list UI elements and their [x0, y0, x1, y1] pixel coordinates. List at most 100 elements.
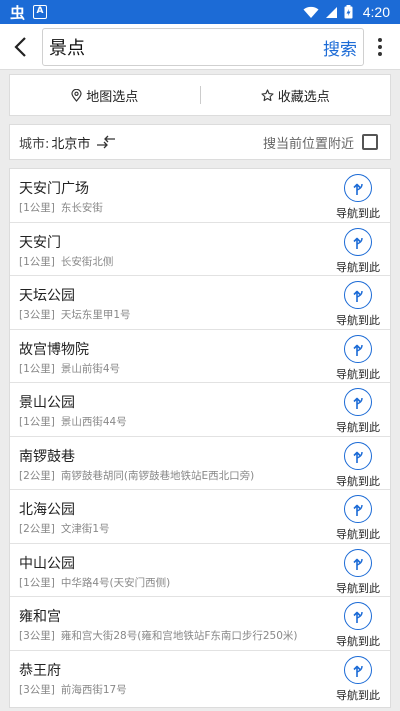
navigate-here-button[interactable]: 导航到此	[334, 548, 382, 596]
search-input[interactable]: 景点 搜索	[42, 28, 364, 66]
navigate-here-button[interactable]: 导航到此	[334, 388, 382, 435]
map-pick-button[interactable]: 地图选点	[10, 75, 200, 115]
navigation-turn-icon	[353, 665, 363, 677]
poi-details: [2公里] 南锣鼓巷胡同(南锣鼓巷地铁站E西北口旁)	[19, 468, 254, 483]
star-outline-icon	[261, 88, 274, 101]
cellular-signal-icon	[325, 6, 337, 18]
poi-address: 文津街1号	[60, 523, 110, 535]
navigate-label: 导航到此	[336, 635, 380, 648]
list-item[interactable]: 北海公园 [2公里] 文津街1号 导航到此	[10, 490, 390, 544]
list-item[interactable]: 天安门广场 [1公里] 东长安街 导航到此	[10, 169, 390, 223]
nearby-label: 搜当前位置附近	[262, 136, 354, 152]
list-item[interactable]: 恭王府 [3公里] 前海西街17号 导航到此	[10, 651, 390, 705]
navigate-here-button[interactable]: 导航到此	[334, 281, 382, 328]
list-item[interactable]: 天安门 [1公里] 长安街北侧 导航到此	[10, 223, 390, 276]
nav-circle	[344, 334, 372, 363]
wifi-icon	[303, 6, 319, 18]
navigate-label: 导航到此	[336, 421, 380, 434]
nav-circle	[344, 441, 372, 470]
poi-name: 中山公园	[19, 555, 75, 572]
more-dot	[378, 52, 382, 56]
poi-address: 长安街北侧	[60, 255, 114, 268]
nearby-toggle[interactable]: 搜当前位置附近	[263, 133, 378, 152]
poi-details: [3公里] 天坛东里甲1号	[19, 307, 131, 322]
navigate-label: 导航到此	[336, 474, 380, 488]
navigate-label: 导航到此	[336, 207, 380, 220]
nav-circle	[344, 281, 372, 309]
poi-distance: [2公里]	[19, 523, 55, 535]
poi-distance: [1公里]	[19, 202, 55, 214]
navigate-here-button[interactable]: 导航到此	[334, 602, 382, 649]
navigate-label: 导航到此	[336, 688, 380, 702]
navigate-here-button[interactable]: 导航到此	[334, 334, 382, 382]
more-dot	[378, 38, 382, 42]
nav-circle	[344, 548, 372, 577]
poi-distance: [1公里]	[19, 255, 55, 268]
navigation-turn-icon	[353, 504, 363, 516]
poi-name: 故宫博物院	[19, 341, 89, 358]
navigation-turn-icon	[353, 290, 363, 302]
poi-name: 南锣鼓巷	[19, 448, 75, 465]
poi-distance: [3公里]	[19, 630, 55, 642]
poi-details: [1公里] 东长安街	[19, 200, 103, 215]
poi-details: [3公里] 雍和宫大街28号(雍和宫地铁站F东南口步行250米)	[19, 628, 298, 643]
switch-city-button[interactable]	[96, 135, 116, 149]
pick-mode-bar: 地图选点 收藏选点	[9, 74, 391, 116]
list-item[interactable]: 故宫博物院 [1公里] 景山前街4号 导航到此	[10, 330, 390, 383]
navigation-turn-icon	[353, 344, 363, 356]
nav-circle	[344, 227, 372, 256]
navigation-turn-icon	[353, 237, 363, 249]
location-pin-icon	[71, 88, 82, 102]
poi-details: [3公里] 前海西街17号	[19, 682, 127, 697]
poi-address: 前海西街17号	[60, 683, 127, 696]
list-item[interactable]: 雍和宫 [3公里] 雍和宫大街28号(雍和宫地铁站F东南口步行250米) 导航到此	[10, 597, 390, 651]
poi-address: 景山前街4号	[60, 362, 121, 375]
poi-details: [1公里] 中华路4号(天安门西侧)	[19, 575, 170, 590]
search-button[interactable]: 搜索	[323, 35, 363, 60]
navigate-label: 导航到此	[336, 528, 380, 541]
poi-details: [2公里] 文津街1号	[19, 521, 110, 536]
more-dot	[378, 45, 382, 49]
list-item[interactable]: 景山公园 [1公里] 景山西街44号 导航到此	[10, 383, 390, 437]
poi-distance: [2公里]	[19, 469, 55, 482]
navigate-here-button[interactable]: 导航到此	[334, 227, 382, 275]
status-time: 4:20	[362, 4, 390, 20]
poi-distance: [1公里]	[19, 416, 55, 428]
search-query: 景点	[49, 38, 85, 59]
list-item[interactable]: 南锣鼓巷 [2公里] 南锣鼓巷胡同(南锣鼓巷地铁站E西北口旁) 导航到此	[10, 437, 390, 490]
poi-distance: [3公里]	[19, 683, 55, 696]
city-label: 城市:	[19, 136, 50, 152]
poi-address: 景山西街44号	[60, 416, 127, 428]
navigation-turn-icon	[353, 397, 363, 409]
navigate-here-button[interactable]: 导航到此	[334, 655, 382, 703]
nav-circle	[344, 495, 372, 523]
poi-address: 雍和宫大街28号(雍和宫地铁站F东南口步行250米)	[60, 630, 298, 642]
status-bar: 虫 A 4:20	[0, 0, 400, 24]
more-options-button[interactable]	[368, 36, 392, 58]
poi-address: 东长安街	[60, 202, 103, 214]
accessibility-badge-icon: A	[33, 5, 48, 19]
navigate-here-button[interactable]: 导航到此	[334, 495, 382, 542]
city-selector[interactable]: 北京市	[51, 133, 90, 152]
back-arrow-icon	[14, 36, 26, 57]
poi-name: 天安门	[19, 234, 61, 251]
navigate-label: 导航到此	[336, 260, 380, 274]
top-app-bar: 景点 搜索	[0, 24, 400, 70]
nav-circle	[344, 174, 372, 202]
navigation-turn-icon	[353, 611, 363, 623]
poi-name: 天坛公园	[19, 288, 75, 304]
poi-details: [1公里] 景山西街44号	[19, 414, 127, 429]
favorite-pick-button[interactable]: 收藏选点	[201, 75, 391, 115]
back-button[interactable]	[0, 24, 40, 70]
map-pick-label: 地图选点	[86, 89, 139, 105]
poi-address: 中华路4号(天安门西侧)	[60, 576, 171, 589]
app-notification-icon: 虫	[10, 3, 26, 22]
navigate-here-button[interactable]: 导航到此	[334, 174, 382, 221]
list-item[interactable]: 中山公园 [1公里] 中华路4号(天安门西侧) 导航到此	[10, 544, 390, 597]
navigation-turn-icon	[353, 183, 363, 195]
list-item[interactable]: 天坛公园 [3公里] 天坛东里甲1号 导航到此	[10, 276, 390, 330]
city-filter-bar: 城市: 北京市 搜当前位置附近	[9, 124, 391, 160]
navigate-label: 导航到此	[336, 314, 380, 327]
navigate-here-button[interactable]: 导航到此	[334, 441, 382, 489]
nearby-checkbox[interactable]	[362, 134, 378, 150]
